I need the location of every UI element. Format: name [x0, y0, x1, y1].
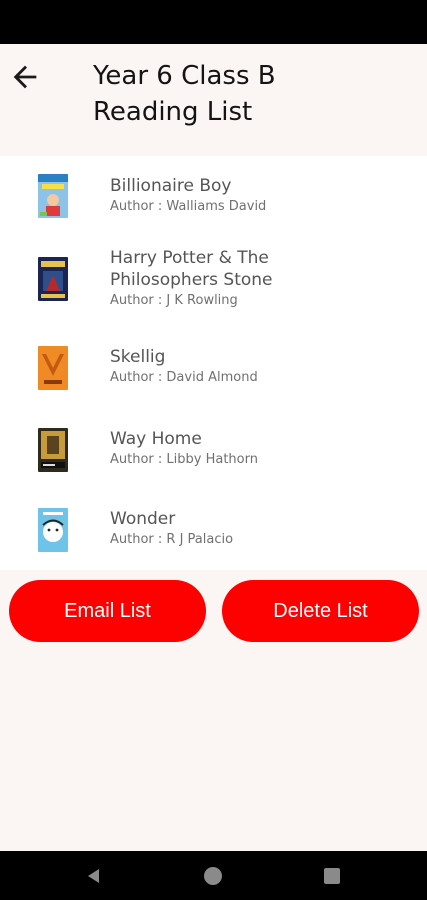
book-author: Author : David Almond — [110, 370, 258, 385]
book-cover-wonder — [38, 508, 68, 552]
book-cover-harry-potter — [38, 257, 68, 301]
nav-back-button[interactable] — [81, 863, 107, 889]
square-recents-icon — [324, 868, 340, 884]
book-cover-skellig — [38, 346, 68, 390]
list-item-way-home[interactable]: Way Home Author : Libby Hathorn — [0, 410, 427, 490]
list-item-harry-potter[interactable]: Harry Potter & The Philosophers Stone Au… — [0, 236, 427, 330]
book-title-line-2: Philosophers Stone — [110, 270, 273, 290]
book-title-line-1: Harry Potter & The — [110, 248, 269, 268]
book-title: Wonder — [110, 509, 176, 529]
book-title: Way Home — [110, 429, 202, 449]
book-cover-way-home — [38, 428, 68, 472]
system-navigation-bar — [0, 851, 427, 900]
nav-home-button[interactable] — [200, 863, 226, 889]
book-author: Author : Walliams David — [110, 199, 267, 214]
delete-list-button[interactable]: Delete List — [222, 580, 419, 642]
nav-recents-button[interactable] — [319, 863, 345, 889]
status-bar — [0, 0, 427, 44]
book-cover-billionaire-boy — [38, 174, 68, 218]
page-title-line-2: Reading List — [93, 97, 253, 127]
back-button[interactable] — [8, 60, 42, 94]
page-title: Year 6 Class B Reading List — [93, 58, 413, 130]
list-item-billionaire-boy[interactable]: Billionaire Boy Author : Walliams David — [0, 156, 427, 236]
book-title: Billionaire Boy — [110, 176, 232, 196]
list-item-skellig[interactable]: Skellig Author : David Almond — [0, 330, 427, 410]
book-author: Author : Libby Hathorn — [110, 452, 258, 467]
circle-home-icon — [204, 867, 222, 885]
book-list: Billionaire Boy Author : Walliams David … — [0, 156, 427, 570]
book-title: Skellig — [110, 347, 166, 367]
list-item-wonder[interactable]: Wonder Author : R J Palacio — [0, 490, 427, 570]
page-title-line-1: Year 6 Class B — [93, 61, 276, 91]
action-buttons: Email List Delete List — [0, 580, 427, 642]
email-list-button[interactable]: Email List — [9, 580, 206, 642]
arrow-left-icon — [13, 65, 37, 89]
book-author: Author : R J Palacio — [110, 532, 234, 547]
triangle-back-icon — [88, 869, 99, 883]
book-author: Author : J K Rowling — [110, 293, 238, 308]
app-header: Year 6 Class B Reading List — [0, 44, 427, 156]
